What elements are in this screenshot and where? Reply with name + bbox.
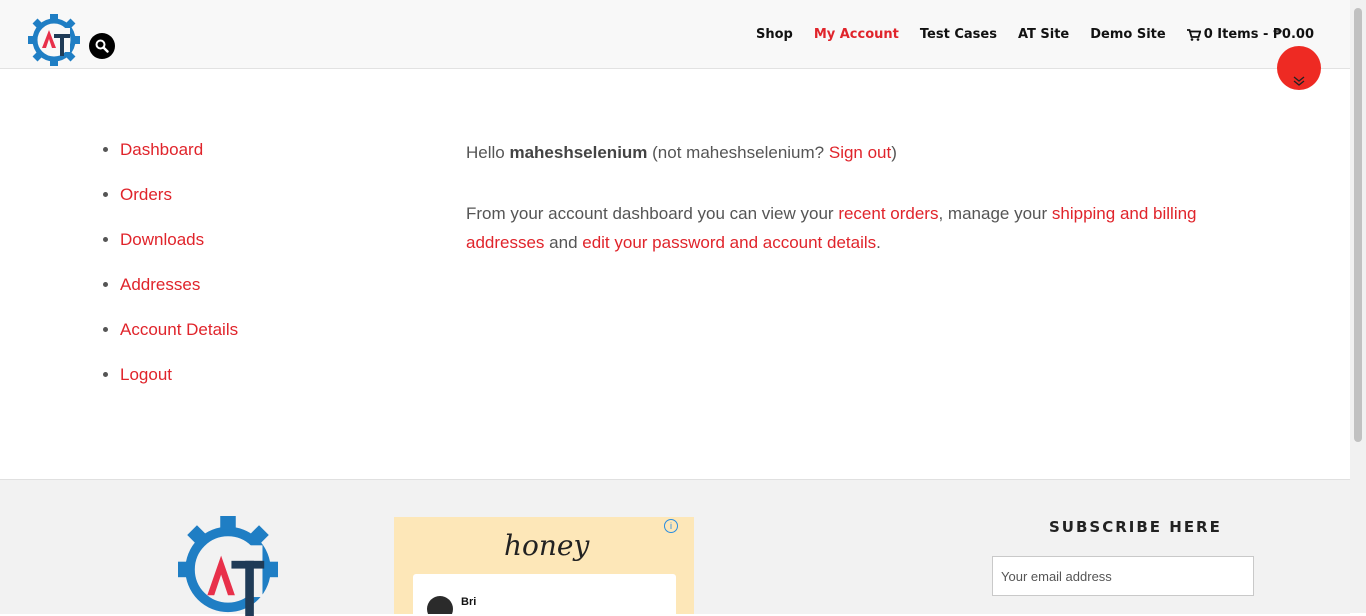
footer-logo-icon (178, 516, 278, 616)
cart-summary: 0 Items - ₱0.00 (1203, 27, 1314, 42)
nav-cart[interactable]: 0 Items - ₱0.00 (1186, 25, 1314, 45)
nav-at-site[interactable]: AT Site (1018, 25, 1069, 45)
search-button[interactable] (89, 33, 115, 59)
sign-out-link[interactable]: Sign out (829, 143, 891, 162)
site-header: Shop My Account Test Cases AT Site Demo … (0, 0, 1350, 69)
nav-my-account[interactable]: My Account (814, 25, 899, 45)
nav-shop[interactable]: Shop (756, 25, 793, 45)
ad-card: Bri (413, 574, 676, 614)
ad-info-icon[interactable]: i (664, 519, 678, 533)
account-nav-item: Account Details (120, 318, 238, 363)
page-scrollbar[interactable] (1350, 0, 1366, 613)
subscribe-heading: SUBSCRIBE HERE (1049, 518, 1222, 536)
account-navigation: Dashboard Orders Downloads Addresses Acc… (100, 138, 238, 408)
site-logo-icon[interactable] (28, 14, 80, 66)
account-nav-orders[interactable]: Orders (120, 185, 172, 204)
site-footer: honey i Bri SUBSCRIBE HERE (0, 479, 1350, 616)
main-nav: Shop My Account Test Cases AT Site Demo … (735, 25, 1314, 45)
account-dashboard-content: Hello maheshselenium (not maheshselenium… (466, 138, 1206, 289)
account-details-link[interactable]: edit your password and account details (582, 233, 876, 252)
greeting-text: Hello maheshselenium (not maheshselenium… (466, 143, 897, 162)
ad-brand: honey (504, 529, 590, 562)
account-nav-item: Dashboard (120, 138, 238, 183)
recent-orders-link[interactable]: recent orders (838, 204, 938, 223)
account-nav-logout[interactable]: Logout (120, 365, 172, 384)
nav-test-cases[interactable]: Test Cases (920, 25, 997, 45)
username: maheshselenium (509, 143, 648, 162)
ad-user-name: Bri (461, 596, 477, 608)
scrollbar-thumb[interactable] (1354, 8, 1362, 442)
double-chevron-down-icon (1293, 76, 1305, 86)
account-nav-account-details[interactable]: Account Details (120, 320, 238, 339)
account-nav-addresses[interactable]: Addresses (120, 275, 200, 294)
account-nav-item: Downloads (120, 228, 238, 273)
account-nav-downloads[interactable]: Downloads (120, 230, 204, 249)
nav-demo-site[interactable]: Demo Site (1090, 25, 1165, 45)
search-icon (95, 39, 109, 53)
ad-avatar (427, 596, 453, 614)
account-nav-dashboard[interactable]: Dashboard (120, 140, 203, 159)
advertisement[interactable]: honey i Bri (394, 517, 694, 614)
cart-icon (1186, 29, 1201, 41)
account-nav-item: Logout (120, 363, 238, 408)
dashboard-intro-text: From your account dashboard you can view… (466, 204, 1197, 252)
scroll-toggle-button[interactable] (1277, 46, 1321, 90)
subscribe-email-input[interactable] (992, 556, 1254, 596)
account-nav-item: Orders (120, 183, 238, 228)
account-nav-item: Addresses (120, 273, 238, 318)
